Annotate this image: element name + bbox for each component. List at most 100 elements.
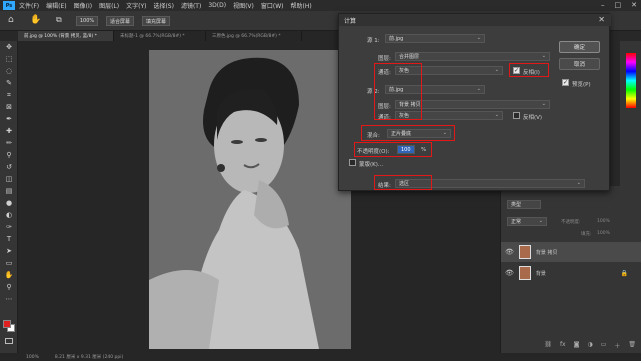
document-tabs: 前.jpg @ 100% (背景 拷贝, 蓝/8) * 未标题-1 @ 66.7… xyxy=(18,31,358,41)
portrait-photo xyxy=(149,50,351,349)
home-icon[interactable]: ⌂ xyxy=(8,15,14,25)
layer-thumbnail xyxy=(518,266,531,280)
minimize-icon[interactable]: – xyxy=(601,1,605,9)
shape-tool-icon[interactable]: ▭ xyxy=(0,257,18,269)
brush-tool-icon[interactable]: ✏ xyxy=(0,137,18,149)
crop-tool-icon[interactable]: ⌗ xyxy=(0,89,18,101)
status-info: 8.21 厘米 x 9.31 厘米 (240 ppi) xyxy=(54,355,124,360)
zoom-percent-button[interactable]: 100% xyxy=(76,16,98,26)
mask-icon[interactable]: ◙ xyxy=(574,341,580,353)
clone-stamp-icon[interactable]: ⚲ xyxy=(0,149,18,161)
maximize-icon[interactable]: □ xyxy=(615,1,622,9)
cancel-button[interactable]: 取消 xyxy=(559,58,600,70)
menu-edit[interactable]: 编辑(E) xyxy=(46,1,66,10)
eye-icon[interactable]: 👁 xyxy=(505,248,514,256)
menu-bar: Ps 文件(F) 编辑(E) 图像(I) 图层(L) 文字(Y) 选择(S) 滤… xyxy=(0,0,641,11)
more-tools-icon[interactable]: ⋯ xyxy=(0,293,18,305)
menu-filter[interactable]: 滤镜(T) xyxy=(181,1,201,10)
hue-slider[interactable] xyxy=(626,53,636,108)
lasso-tool-icon[interactable]: ◌ xyxy=(0,65,18,77)
menu-type[interactable]: 文字(Y) xyxy=(126,1,146,10)
quick-mask-icon[interactable] xyxy=(5,338,13,344)
tab-document-2[interactable]: 未标题-1 @ 66.7%(RGB/8#) * xyxy=(114,31,206,41)
gradient-tool-icon[interactable]: ▤ xyxy=(0,185,18,197)
layers-fill-value[interactable]: 100% xyxy=(597,231,610,236)
menu-view[interactable]: 视图(V) xyxy=(233,1,254,10)
folder-icon[interactable]: ▭ xyxy=(601,341,607,353)
photoshop-logo: Ps xyxy=(3,1,15,10)
status-zoom[interactable]: 100% xyxy=(26,355,39,360)
fx-icon[interactable]: fx xyxy=(560,341,566,353)
layer-row[interactable]: 👁 背景 拷贝 xyxy=(501,242,641,262)
annotation-opacity-box xyxy=(354,142,432,157)
dodge-tool-icon[interactable]: ◐ xyxy=(0,209,18,221)
layer-name: 背景 拷贝 xyxy=(535,249,558,256)
layers-panel: 类型 正常 ⌄ 不透明度: 100% 填充: 100% 👁 背景 拷贝 👁 背景 … xyxy=(500,186,641,353)
mask-checkbox[interactable] xyxy=(349,159,356,166)
menu-layer[interactable]: 图层(L) xyxy=(99,1,119,10)
status-bar: 100% 8.21 厘米 x 9.31 厘米 (240 ppi) xyxy=(0,353,641,361)
layer-name: 背景 xyxy=(535,270,546,277)
layer1-label: 图层: xyxy=(378,56,391,62)
preview-label: 预览(P) xyxy=(572,82,591,88)
fill-screen-button[interactable]: 填充屏幕 xyxy=(142,16,170,26)
window-controls: – □ ✕ xyxy=(601,1,637,9)
dialog-title: 计算 xyxy=(339,14,611,26)
path-select-icon[interactable]: ➤ xyxy=(0,245,18,257)
preview-checkbox[interactable]: ✓ xyxy=(562,79,569,86)
calculations-dialog: 计算 ✕ 源 1: 前.jpg ⌄ 图层: 合并图层 ⌄ 通道: 灰色 ⌄ ✓ 反相(… xyxy=(338,13,611,191)
zoom-tool-icon[interactable]: ⚲ xyxy=(0,281,18,293)
menu-window[interactable]: 窗口(W) xyxy=(261,1,284,10)
eye-icon[interactable]: 👁 xyxy=(505,269,514,277)
document-image[interactable] xyxy=(149,50,351,349)
source1-select[interactable]: 前.jpg ⌄ xyxy=(385,34,485,43)
menu-select[interactable]: 选择(S) xyxy=(153,1,174,10)
ok-button[interactable]: 确定 xyxy=(559,41,600,53)
link-icon[interactable]: ⛓ xyxy=(544,341,552,353)
eyedropper-tool-icon[interactable]: ✒ xyxy=(0,113,18,125)
layers-opacity-value[interactable]: 100% xyxy=(597,219,610,224)
color-panel xyxy=(620,41,641,186)
new-layer-icon[interactable]: ＋ xyxy=(614,341,620,353)
healing-brush-icon[interactable]: ✚ xyxy=(0,125,18,137)
type-tool-icon[interactable]: T xyxy=(0,233,18,245)
layer-thumbnail xyxy=(518,245,531,259)
annotation-channel-box xyxy=(374,63,422,120)
hand-tool-icon[interactable]: ✋ xyxy=(30,15,41,25)
source1-label: 源 1: xyxy=(367,38,380,44)
tab-document-3[interactable]: 三原色.jpg @ 66.7%(RGB/8#) * xyxy=(206,31,302,41)
dialog-close-icon[interactable]: ✕ xyxy=(598,15,605,24)
tools-panel: ✥ ⬚ ◌ ✎ ⌗ ⊠ ✒ ✚ ✏ ⚲ ↺ ◫ ▤ ● ◐ ✑ T ➤ ▭ ✋ … xyxy=(0,41,18,353)
invert2-label: 反相(V) xyxy=(523,115,543,121)
blur-tool-icon[interactable]: ● xyxy=(0,197,18,209)
layers-fill-label: 填充: xyxy=(581,232,592,237)
eraser-tool-icon[interactable]: ◫ xyxy=(0,173,18,185)
pen-tool-icon[interactable]: ✑ xyxy=(0,221,18,233)
marquee-tool-icon[interactable]: ⬚ xyxy=(0,53,18,65)
blend-mode-select[interactable]: 正常 ⌄ xyxy=(507,217,547,226)
adjustment-icon[interactable]: ◑ xyxy=(587,341,592,353)
quick-select-tool-icon[interactable]: ✎ xyxy=(0,77,18,89)
layer-kind-filter[interactable]: 类型 xyxy=(507,200,541,209)
history-brush-icon[interactable]: ↺ xyxy=(0,161,18,173)
hand-tool-icon[interactable]: ✋ xyxy=(0,269,18,281)
annotation-result-box xyxy=(374,175,432,190)
foreground-color-swatch[interactable] xyxy=(3,320,11,328)
lock-icon: 🔒 xyxy=(620,269,628,277)
layers-footer: ⛓ fx ◙ ◑ ▭ ＋ 🗑 xyxy=(501,341,641,353)
move-tool-icon[interactable]: ✥ xyxy=(0,41,18,53)
menu-file[interactable]: 文件(F) xyxy=(19,1,39,10)
frame-tool-icon[interactable]: ⊠ xyxy=(0,101,18,113)
invert2-checkbox[interactable] xyxy=(513,112,520,119)
menu-image[interactable]: 图像(I) xyxy=(74,1,92,10)
trash-icon[interactable]: 🗑 xyxy=(628,341,636,353)
scroll-all-icon[interactable]: ⧉ xyxy=(56,15,62,25)
layer-row[interactable]: 👁 背景 🔒 xyxy=(501,263,641,283)
menu-3d[interactable]: 3D(D) xyxy=(208,2,226,9)
tab-document-1[interactable]: 前.jpg @ 100% (背景 拷贝, 蓝/8) * xyxy=(18,31,114,41)
fit-screen-button[interactable]: 适合屏幕 xyxy=(106,16,134,26)
layer1-select[interactable]: 合并图层 ⌄ xyxy=(395,52,550,61)
menu-help[interactable]: 帮助(H) xyxy=(291,1,312,10)
close-icon[interactable]: ✕ xyxy=(631,1,637,9)
mask-label: 蒙版(K)... xyxy=(359,162,384,168)
